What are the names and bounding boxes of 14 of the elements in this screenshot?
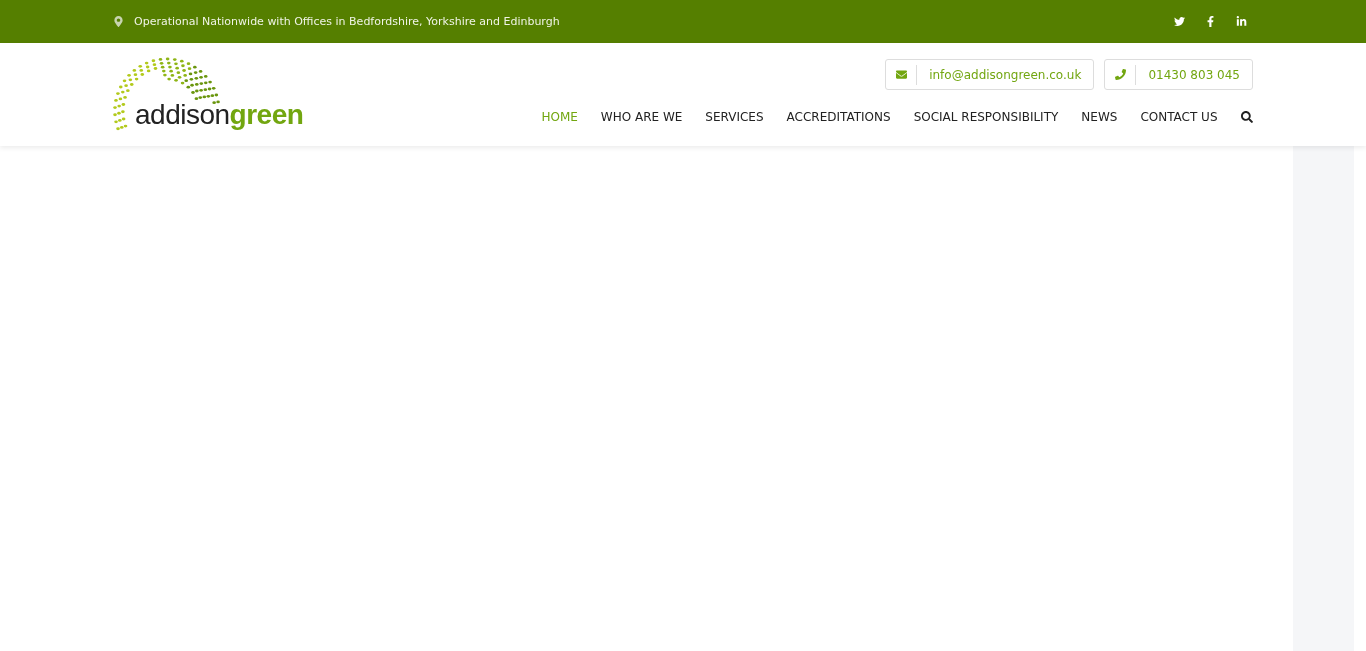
nav-link[interactable]: WHO ARE WE xyxy=(589,110,694,124)
location-text: Operational Nationwide with Offices in Bedfordshire, Yorkshire and Edinburgh xyxy=(134,15,560,28)
nav-link[interactable]: CONTACT US xyxy=(1128,110,1229,124)
twitter-icon[interactable] xyxy=(1174,16,1185,27)
logo-text: addisongreen xyxy=(135,99,304,131)
nav-link[interactable]: SERVICES xyxy=(693,110,776,124)
nav-link[interactable]: SOCIAL RESPONSIBILITY xyxy=(902,110,1070,124)
facebook-icon[interactable] xyxy=(1205,16,1216,27)
nav-link[interactable]: NEWS xyxy=(1069,110,1129,124)
envelope-icon xyxy=(895,69,907,80)
linkedin-icon[interactable] xyxy=(1236,16,1247,27)
location-pin-icon xyxy=(113,16,124,27)
nav-link[interactable]: ACCREDITATIONS xyxy=(775,110,903,124)
phone-icon xyxy=(1114,69,1126,80)
